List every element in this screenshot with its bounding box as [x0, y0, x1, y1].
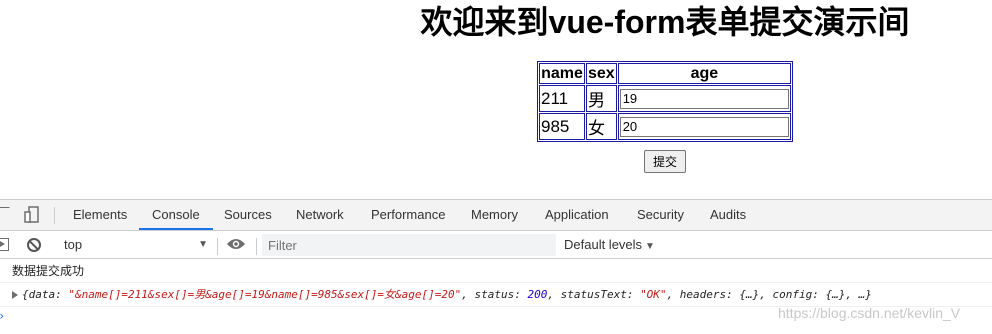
clear-console-icon[interactable]: [27, 238, 41, 252]
cell-sex: 男: [586, 85, 617, 112]
tab-security[interactable]: Security: [637, 200, 684, 230]
sidebar-toggle-icon[interactable]: [0, 238, 9, 251]
student-table: name sex age 211 男 985 女: [537, 61, 793, 142]
devtools-tabbar: Elements Console Sources Network Perform…: [0, 199, 992, 231]
tab-memory[interactable]: Memory: [471, 200, 518, 230]
chevron-down-icon: ▼: [198, 239, 208, 250]
context-select[interactable]: top ▼: [56, 234, 212, 256]
console-prompt-icon[interactable]: ›: [0, 309, 5, 323]
object-suffix: , headers: {…}, config: {…}, …}: [666, 288, 872, 301]
status-text-key: , statusText:: [547, 288, 641, 301]
tab-performance[interactable]: Performance: [371, 200, 445, 230]
tab-elements[interactable]: Elements: [73, 200, 127, 230]
status-text-value: "OK": [640, 288, 667, 301]
chevron-down-icon: ▼: [645, 241, 655, 252]
age-input[interactable]: [619, 116, 789, 137]
filter-input[interactable]: [262, 234, 556, 256]
data-value: "&name[]=211&sex[]=男&age[]=19&name[]=985…: [68, 288, 462, 301]
expand-arrow-icon[interactable]: [12, 291, 18, 299]
watermark: https://blog.csdn.net/kevlin_V: [778, 305, 961, 321]
object-preview: {data: "&name[]=211&sex[]=男&age[]=19&nam…: [22, 283, 872, 306]
context-select-value: top: [64, 237, 83, 252]
object-prefix: {data:: [22, 288, 69, 301]
table-header-row: name sex age: [539, 63, 791, 84]
console-toolbar: top ▼ Default levels▼: [0, 231, 992, 259]
status-value: 200: [527, 288, 548, 301]
console-log-message: 数据提交成功: [0, 259, 992, 283]
tab-application[interactable]: Application: [545, 200, 609, 230]
tab-network[interactable]: Network: [296, 200, 344, 230]
log-levels-label: Default levels: [564, 237, 643, 252]
cell-age: [617, 85, 791, 112]
divider: [54, 207, 55, 224]
cell-name: 211: [539, 85, 585, 112]
device-toolbar-icon[interactable]: [24, 206, 40, 224]
tab-sources[interactable]: Sources: [224, 200, 272, 230]
page-title: 欢迎来到vue-form表单提交演示间: [420, 4, 910, 40]
age-input[interactable]: [619, 88, 789, 109]
cell-age: [617, 113, 791, 140]
log-text: 数据提交成功: [12, 264, 85, 278]
table-row: 985 女: [539, 113, 791, 140]
table-row: 211 男: [539, 85, 791, 112]
console-object-entry[interactable]: {data: "&name[]=211&sex[]=男&age[]=19&nam…: [0, 283, 992, 307]
divider: [217, 238, 218, 255]
divider: [256, 238, 257, 255]
inspect-element-icon[interactable]: [0, 207, 10, 221]
cell-name: 985: [539, 113, 585, 140]
submit-button[interactable]: 提交: [644, 150, 686, 173]
status-key: , status:: [461, 288, 528, 301]
log-levels-dropdown[interactable]: Default levels ▼: [564, 234, 655, 256]
tab-audits[interactable]: Audits: [710, 200, 746, 230]
column-header-name: name: [539, 63, 585, 84]
column-header-sex: sex: [586, 63, 617, 84]
tab-console[interactable]: Console: [139, 200, 213, 230]
eye-icon[interactable]: [226, 237, 246, 251]
cell-sex: 女: [586, 113, 617, 140]
column-header-age: age: [617, 63, 791, 84]
